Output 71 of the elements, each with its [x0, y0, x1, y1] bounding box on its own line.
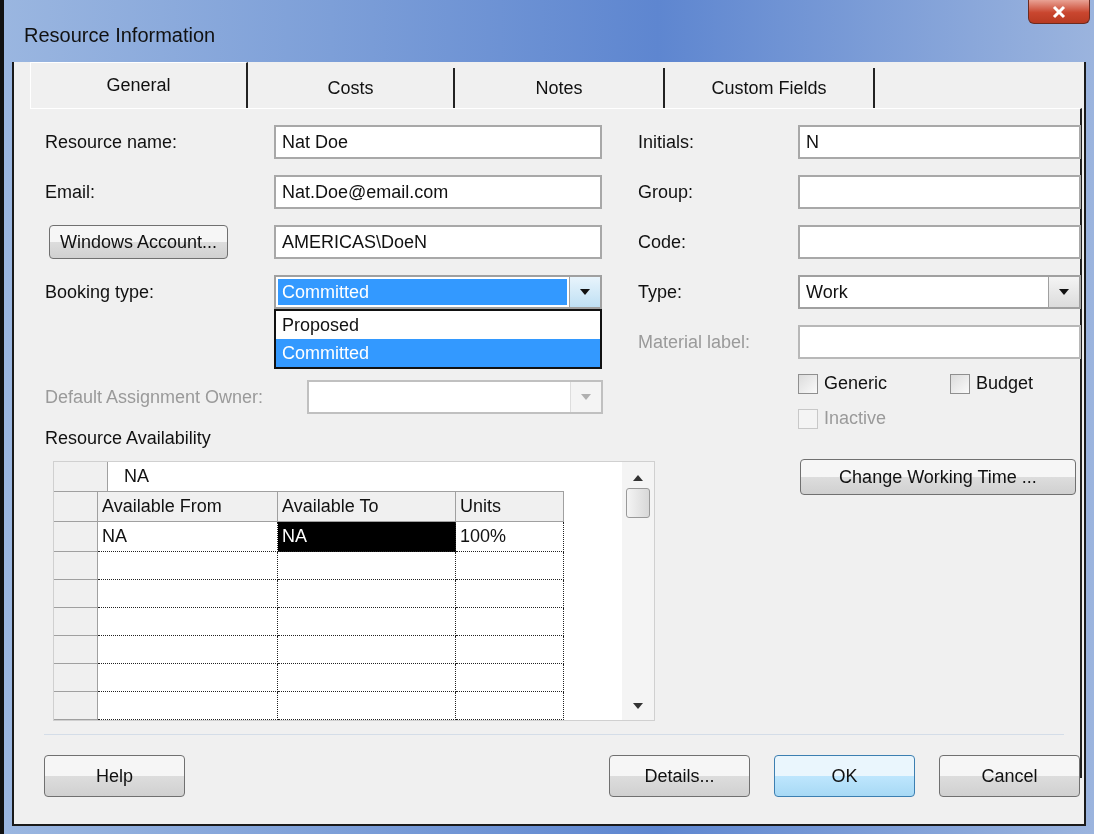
field-label: Email: — [45, 181, 96, 203]
row-header — [54, 522, 98, 552]
field-label: Code: — [638, 231, 688, 253]
row-header — [54, 608, 98, 636]
checkbox[interactable] — [950, 373, 970, 394]
table-cell[interactable] — [456, 692, 564, 720]
close-button[interactable] — [1028, 0, 1090, 24]
table-cell[interactable] — [98, 608, 278, 636]
field-label: Group: — [638, 181, 695, 203]
dropdown-field[interactable]: Work — [798, 275, 1081, 309]
tab[interactable]: General — [30, 62, 248, 108]
text-field[interactable]: Nat Doe — [274, 125, 602, 159]
table-cell[interactable] — [278, 664, 456, 692]
table-cell[interactable] — [98, 692, 278, 720]
table-cell[interactable] — [278, 608, 456, 636]
dropdown-option[interactable]: Proposed — [276, 311, 600, 339]
table-cell[interactable] — [456, 552, 564, 580]
row-header — [54, 580, 98, 608]
checkbox-label: Inactive — [824, 408, 887, 429]
table-cell[interactable] — [278, 636, 456, 664]
table-cell[interactable] — [98, 664, 278, 692]
table-cell[interactable] — [456, 664, 564, 692]
text-field[interactable]: Nat.Doe@email.com — [274, 175, 602, 209]
table-cell[interactable] — [278, 552, 456, 580]
section-title: Resource Availability — [45, 428, 212, 449]
table-cell[interactable]: NA — [278, 522, 456, 552]
checkbox-label: Budget — [976, 373, 1034, 394]
window-title: Resource Information — [24, 23, 216, 47]
table-cell[interactable] — [98, 580, 278, 608]
dropdown-arrow-icon — [579, 288, 591, 296]
row-header — [54, 692, 98, 720]
text-field[interactable]: N — [798, 125, 1081, 159]
table-cell-text: NA — [123, 465, 150, 488]
scroll-down-icon[interactable] — [632, 702, 644, 710]
table-cell[interactable] — [98, 552, 278, 580]
checkbox-label: Generic — [824, 373, 888, 394]
table-cell[interactable] — [278, 692, 456, 720]
text-field[interactable] — [798, 225, 1081, 259]
table-cell[interactable] — [456, 636, 564, 664]
dropdown-arrow-icon — [1058, 288, 1070, 296]
table-cell[interactable] — [456, 608, 564, 636]
close-icon — [1051, 4, 1067, 19]
scrollbar-thumb[interactable] — [626, 488, 650, 518]
checkbox[interactable] — [798, 373, 818, 394]
text-field[interactable] — [798, 175, 1081, 209]
scroll-up-icon[interactable] — [632, 474, 644, 482]
field-label: Material label: — [638, 331, 752, 353]
field-label: Resource name: — [45, 131, 179, 153]
row-header — [54, 636, 98, 664]
dropdown-arrow-icon — [580, 393, 592, 401]
column-header[interactable]: Units — [456, 492, 564, 522]
dialog-button[interactable]: Details... — [609, 755, 750, 797]
row-header — [54, 552, 98, 580]
text-field[interactable] — [798, 325, 1081, 359]
dialog-button[interactable]: OK — [774, 755, 915, 797]
change-working-time-button[interactable]: Change Working Time ... — [800, 459, 1076, 495]
table-cell[interactable] — [456, 580, 564, 608]
field-label: Type: — [638, 281, 684, 303]
field-label: Default Assignment Owner: — [45, 386, 265, 408]
windows-account-button[interactable]: Windows Account... — [49, 225, 229, 259]
dialog-button[interactable]: Help — [44, 755, 185, 797]
text-field[interactable]: AMERICAS\DoeN — [274, 225, 602, 259]
column-header[interactable]: Available From — [98, 492, 278, 522]
table-cell[interactable] — [278, 580, 456, 608]
row-header — [54, 664, 98, 692]
table-cell[interactable]: 100% — [456, 522, 564, 552]
dialog-button[interactable]: Cancel — [939, 755, 1080, 797]
field-label: Initials: — [638, 131, 696, 153]
column-header[interactable]: Available To — [278, 492, 456, 522]
table-cell[interactable] — [98, 636, 278, 664]
field-label: Booking type: — [45, 281, 156, 303]
